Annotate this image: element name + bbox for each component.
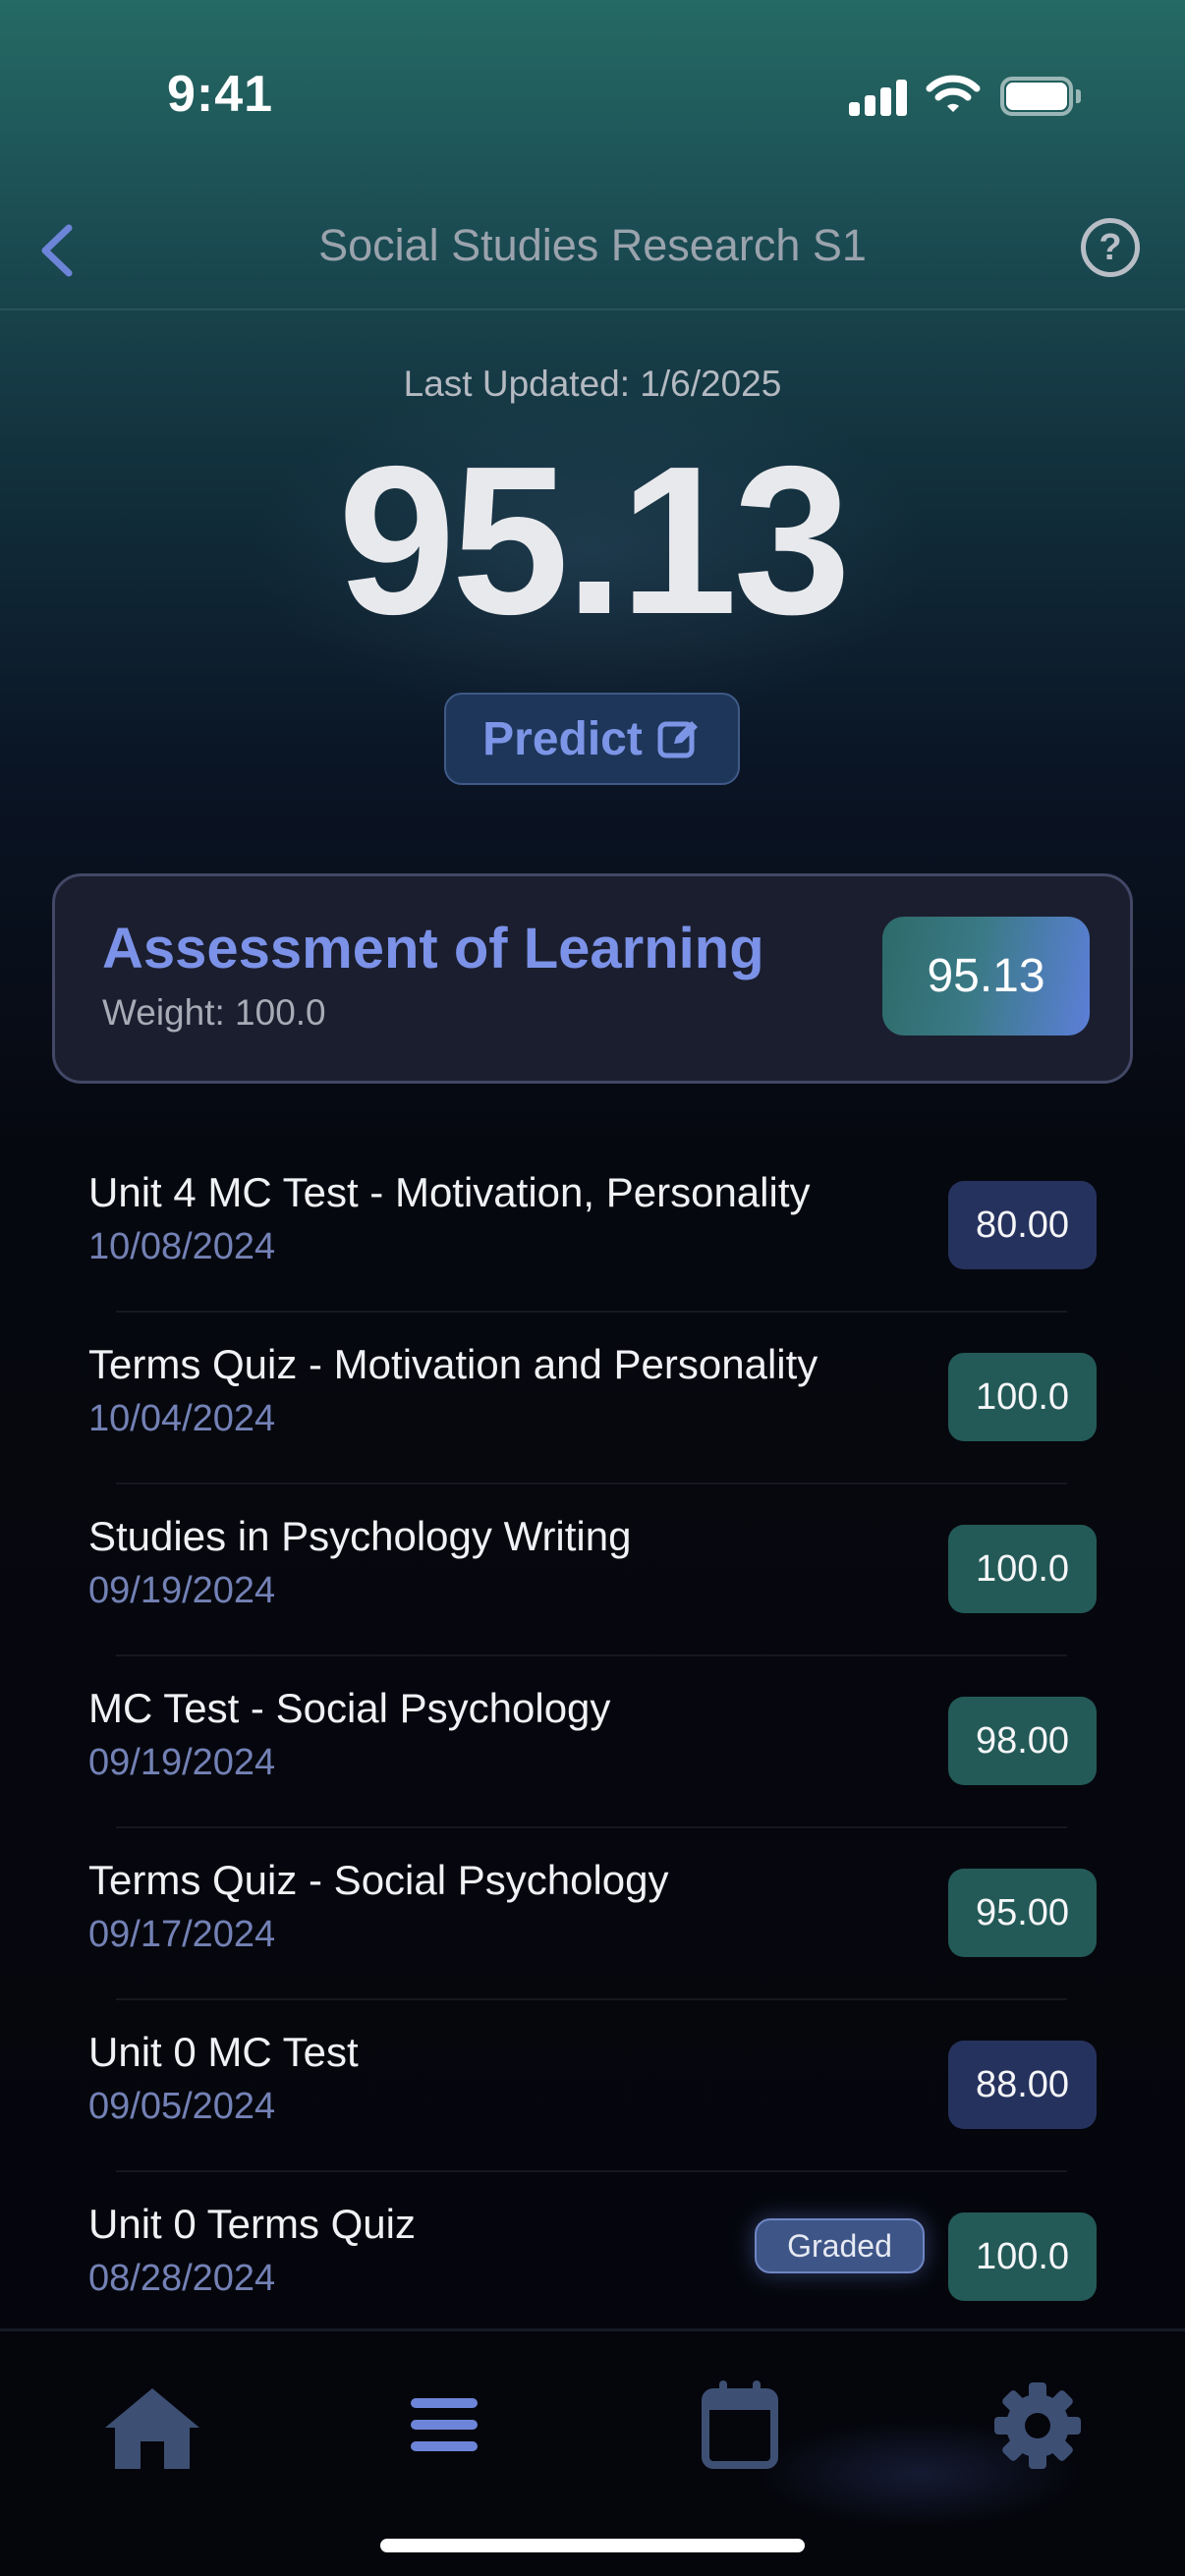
assignment-score: 98.00 xyxy=(948,1697,1097,1785)
calendar-icon[interactable] xyxy=(682,2371,800,2479)
last-updated-text: Last Updated: 1/6/2025 xyxy=(403,364,782,404)
assignment-score: 100.0 xyxy=(948,1353,1097,1441)
assignment-date: 09/17/2024 xyxy=(88,1914,276,1955)
assignment-row[interactable]: Unit 0 Terms Quiz 08/28/2024 Graded 100.… xyxy=(0,2171,1185,2343)
assignment-row[interactable]: Terms Quiz - Motivation and Personality … xyxy=(0,1312,1185,1484)
assignment-row[interactable]: Unit 0 MC Test 09/05/2024 88.00 xyxy=(0,1999,1185,2172)
assignment-date: 10/08/2024 xyxy=(88,1226,276,1267)
predict-label: Predict xyxy=(482,712,643,765)
assignment-date: 08/28/2024 xyxy=(88,2258,276,2299)
assignment-score: 95.00 xyxy=(948,1869,1097,1957)
assignment-name: Terms Quiz - Social Psychology xyxy=(88,1857,669,1903)
overall-grade: 95.13 xyxy=(337,421,851,658)
page-title: Social Studies Research S1 xyxy=(318,220,867,270)
predict-button[interactable]: Predict xyxy=(444,693,740,785)
assignment-row[interactable]: Studies in Psychology Writing 09/19/2024… xyxy=(0,1484,1185,1656)
assignment-name: Unit 0 MC Test xyxy=(88,2029,359,2075)
gear-icon[interactable] xyxy=(979,2371,1097,2479)
category-card[interactable]: Assessment of Learning Weight: 100.0 95.… xyxy=(52,873,1133,1084)
help-icon[interactable]: ? xyxy=(1081,218,1140,277)
navigation-bar: Social Studies Research S1 ? xyxy=(0,196,1185,310)
assignment-date: 09/05/2024 xyxy=(88,2086,276,2127)
battery-icon xyxy=(1000,77,1081,116)
assignment-name: Unit 0 Terms Quiz xyxy=(88,2201,416,2247)
status-time: 9:41 xyxy=(167,66,274,123)
assignment-date: 09/19/2024 xyxy=(88,1570,276,1611)
category-weight: Weight: 100.0 xyxy=(102,992,326,1033)
assignment-row[interactable]: Terms Quiz - Social Psychology 09/17/202… xyxy=(0,1827,1185,2000)
assignment-name: Studies in Psychology Writing xyxy=(88,1513,632,1559)
assignment-row[interactable]: Unit 4 MC Test - Motivation, Personality… xyxy=(0,1140,1185,1313)
assignment-name: Terms Quiz - Motivation and Personality xyxy=(88,1341,818,1387)
assignment-date: 09/19/2024 xyxy=(88,1742,276,1783)
assignment-row[interactable]: MC Test - Social Psychology 09/19/2024 9… xyxy=(0,1655,1185,1828)
category-title: Assessment of Learning xyxy=(102,917,764,980)
assignment-score: 80.00 xyxy=(948,1181,1097,1269)
assignment-name: Unit 4 MC Test - Motivation, Personality xyxy=(88,1169,811,1215)
home-icon[interactable] xyxy=(93,2371,211,2479)
edit-icon xyxy=(657,721,698,758)
assignment-score: 100.0 xyxy=(948,2212,1097,2301)
assignment-score: 100.0 xyxy=(948,1525,1097,1613)
category-grade-badge: 95.13 xyxy=(882,917,1090,1036)
status-bar: 9:41 xyxy=(0,0,1185,187)
assignment-score: 88.00 xyxy=(948,2041,1097,2129)
graded-badge: Graded xyxy=(755,2218,925,2273)
cellular-signal-icon xyxy=(849,77,908,116)
assignment-name: MC Test - Social Psychology xyxy=(88,1685,611,1731)
list-icon[interactable] xyxy=(385,2371,503,2479)
back-chevron-icon[interactable] xyxy=(29,216,88,285)
home-indicator[interactable] xyxy=(380,2539,805,2552)
assignment-date: 10/04/2024 xyxy=(88,1398,276,1439)
wifi-icon xyxy=(926,75,981,112)
